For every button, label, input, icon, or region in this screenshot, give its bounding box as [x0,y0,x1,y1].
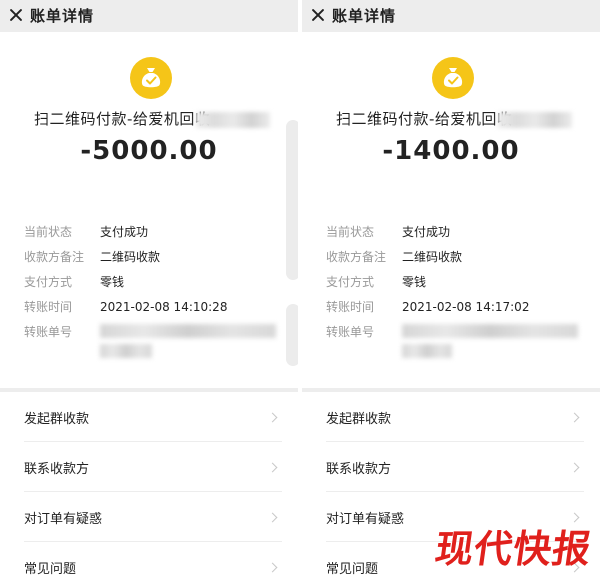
chevron-right-icon [267,412,278,423]
amount: -1400.00 [382,136,520,166]
detail-value: 零钱 [402,275,427,289]
title-bar: 账单详情 [302,0,600,32]
menu-item-label: 联系收款方 [24,462,90,477]
page-title: 账单详情 [30,7,95,25]
detail-label: 收款方备注 [24,250,85,264]
detail-label: 转账单号 [326,325,375,339]
detail-row-transfer-no: 转账单号 [326,323,402,340]
bill-detail-screen-right: 账单详情 扫二维码付款-给爱机回收 -1400.00 当前状态 支付成功 收款方备… [302,0,600,581]
detail-value: 支付成功 [402,225,451,239]
menu-item-label: 对订单有疑惑 [24,512,103,527]
detail-row-remark: 收款方备注 二维码收款 [326,248,462,265]
detail-row-remark: 收款方备注 二维码收款 [24,248,160,265]
screenshot-composite: 账单详情 扫二维码付款-给爱机回收 -5000.00 当前状态 支付成功 收款方备… [0,0,600,581]
detail-row-transfer-time: 转账时间 2021-02-08 14:10:28 [24,298,227,315]
chevron-right-icon [267,512,278,523]
blurred-payee-name [498,112,572,128]
menu-item-order-question[interactable]: 对订单有疑惑 [0,492,298,542]
detail-value: 2021-02-08 14:17:02 [402,300,530,314]
detail-value: 支付成功 [100,225,149,239]
menu-item-label: 联系收款方 [326,462,392,477]
menu-item-contact-payee[interactable]: 联系收款方 [0,442,298,492]
title-bar: 账单详情 [0,0,298,32]
chevron-right-icon [569,462,580,473]
menu-item-label: 发起群收款 [24,412,90,427]
close-icon[interactable] [310,7,326,23]
scrollbar[interactable] [286,120,298,280]
close-icon[interactable] [8,7,24,23]
menu-item-label: 常见问题 [326,562,379,577]
menu-item-group-collect[interactable]: 发起群收款 [0,392,298,442]
payee-label: 扫二维码付款-给爱机回收 [336,110,513,128]
blurred-transfer-number [402,344,452,358]
action-list: 发起群收款 联系收款方 对订单有疑惑 常见问题 [0,392,298,581]
detail-row-payment-method: 支付方式 零钱 [24,273,124,290]
menu-item-group-collect[interactable]: 发起群收款 [302,392,600,442]
menu-item-label: 对订单有疑惑 [326,512,405,527]
chevron-right-icon [569,412,580,423]
detail-row-status: 当前状态 支付成功 [24,223,148,240]
scrollbar[interactable] [286,304,298,366]
detail-label: 支付方式 [326,275,375,289]
detail-label: 转账时间 [326,300,375,314]
newspaper-watermark: 现代快报 [432,526,595,571]
payee-label: 扫二维码付款-给爱机回收 [34,110,211,128]
detail-label: 当前状态 [24,225,73,239]
detail-label: 转账单号 [24,325,73,339]
menu-item-label: 常见问题 [24,562,77,577]
detail-row-payment-method: 支付方式 零钱 [326,273,426,290]
money-bag-icon [130,57,172,99]
money-bag-icon [432,57,474,99]
menu-item-contact-payee[interactable]: 联系收款方 [302,442,600,492]
detail-label: 收款方备注 [326,250,387,264]
bill-detail-screen-left: 账单详情 扫二维码付款-给爱机回收 -5000.00 当前状态 支付成功 收款方备… [0,0,298,581]
menu-item-faq[interactable]: 常见问题 [0,542,298,581]
bill-card: 扫二维码付款-给爱机回收 -5000.00 当前状态 支付成功 收款方备注 二维码收… [0,32,298,388]
detail-row-transfer-time: 转账时间 2021-02-08 14:17:02 [326,298,529,315]
detail-label: 转账时间 [24,300,73,314]
detail-value: 二维码收款 [100,250,161,264]
detail-value: 2021-02-08 14:10:28 [100,300,228,314]
page-title: 账单详情 [332,7,397,25]
bill-card: 扫二维码付款-给爱机回收 -1400.00 当前状态 支付成功 收款方备注 二维码收… [302,32,600,388]
amount: -5000.00 [80,136,218,166]
blurred-transfer-number [402,324,578,338]
blurred-payee-name [196,112,270,128]
detail-value: 二维码收款 [402,250,463,264]
detail-row-status: 当前状态 支付成功 [326,223,450,240]
detail-value: 零钱 [100,275,125,289]
detail-label: 当前状态 [326,225,375,239]
blurred-transfer-number [100,324,276,338]
detail-label: 支付方式 [24,275,73,289]
menu-item-label: 发起群收款 [326,412,392,427]
blurred-transfer-number [100,344,152,358]
chevron-right-icon [267,462,278,473]
chevron-right-icon [267,562,278,573]
detail-row-transfer-no: 转账单号 [24,323,100,340]
